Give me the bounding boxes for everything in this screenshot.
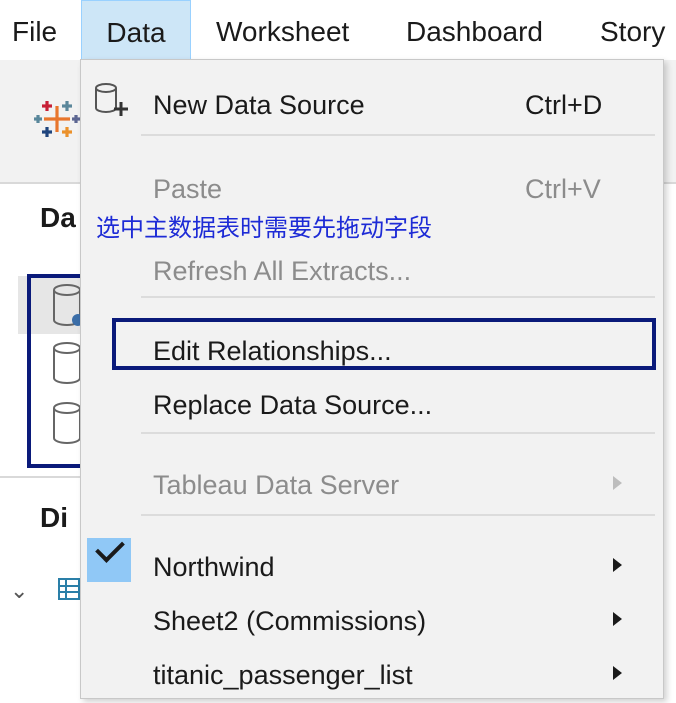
chevron-down-icon[interactable]: ⌄ (10, 578, 28, 604)
menu-item-titanic-passenger-list[interactable]: titanic_passenger_list (81, 652, 663, 698)
replace-data-source-label: Replace Data Source... (153, 390, 433, 420)
menu-item-new-data-source[interactable]: New Data Source Ctrl+D (81, 82, 663, 128)
data-menu-dropdown: New Data Source Ctrl+D Paste Ctrl+V Refr… (80, 59, 664, 699)
new-data-source-icon (95, 83, 128, 116)
titanic-passenger-list-label: titanic_passenger_list (153, 660, 413, 690)
menu-item-refresh-all-extracts[interactable]: Refresh All Extracts... (81, 248, 663, 294)
menu-data[interactable]: Data (81, 0, 191, 60)
sheet2-commissions-label: Sheet2 (Commissions) (153, 606, 427, 636)
menu-separator (141, 296, 655, 298)
annotation-text: 选中主数据表时需要先拖动字段 (96, 215, 432, 242)
menu-item-sheet2-commissions[interactable]: Sheet2 (Commissions) (81, 598, 663, 644)
new-data-source-shortcut: Ctrl+D (525, 90, 603, 120)
menu-separator (141, 134, 655, 136)
data-pane-title: Da (40, 202, 76, 233)
refresh-all-extracts-label: Refresh All Extracts... (153, 256, 412, 286)
menu-item-replace-data-source[interactable]: Replace Data Source... (81, 382, 663, 428)
checkmark-icon (87, 533, 131, 582)
submenu-arrow-icon (613, 476, 622, 490)
menu-file[interactable]: File (10, 0, 59, 58)
pane-divider (0, 476, 80, 478)
menu-worksheet[interactable]: Worksheet (214, 0, 351, 58)
menu-story[interactable]: Story (598, 0, 667, 58)
menu-dashboard[interactable]: Dashboard (404, 0, 545, 58)
menu-item-paste[interactable]: Paste Ctrl+V (81, 166, 663, 212)
tableau-logo-icon (34, 101, 80, 137)
menu-item-northwind[interactable]: Northwind (81, 533, 663, 590)
paste-label: Paste (153, 174, 223, 204)
menu-separator (141, 514, 655, 516)
new-data-source-label: New Data Source (153, 90, 365, 120)
submenu-arrow-icon (613, 612, 622, 626)
dimensions-title: Di (40, 502, 68, 533)
menu-separator (141, 432, 655, 434)
submenu-arrow-icon (613, 558, 622, 572)
northwind-label: Northwind (153, 552, 275, 582)
edit-relationships-highlight-box (112, 318, 656, 370)
submenu-arrow-icon (613, 666, 622, 680)
table-icon (58, 578, 80, 600)
menu-item-tableau-data-server[interactable]: Tableau Data Server (81, 462, 663, 508)
menu-bar: File Data Worksheet Dashboard Story (0, 0, 676, 60)
paste-shortcut: Ctrl+V (525, 174, 601, 204)
tableau-data-server-label: Tableau Data Server (153, 470, 400, 500)
